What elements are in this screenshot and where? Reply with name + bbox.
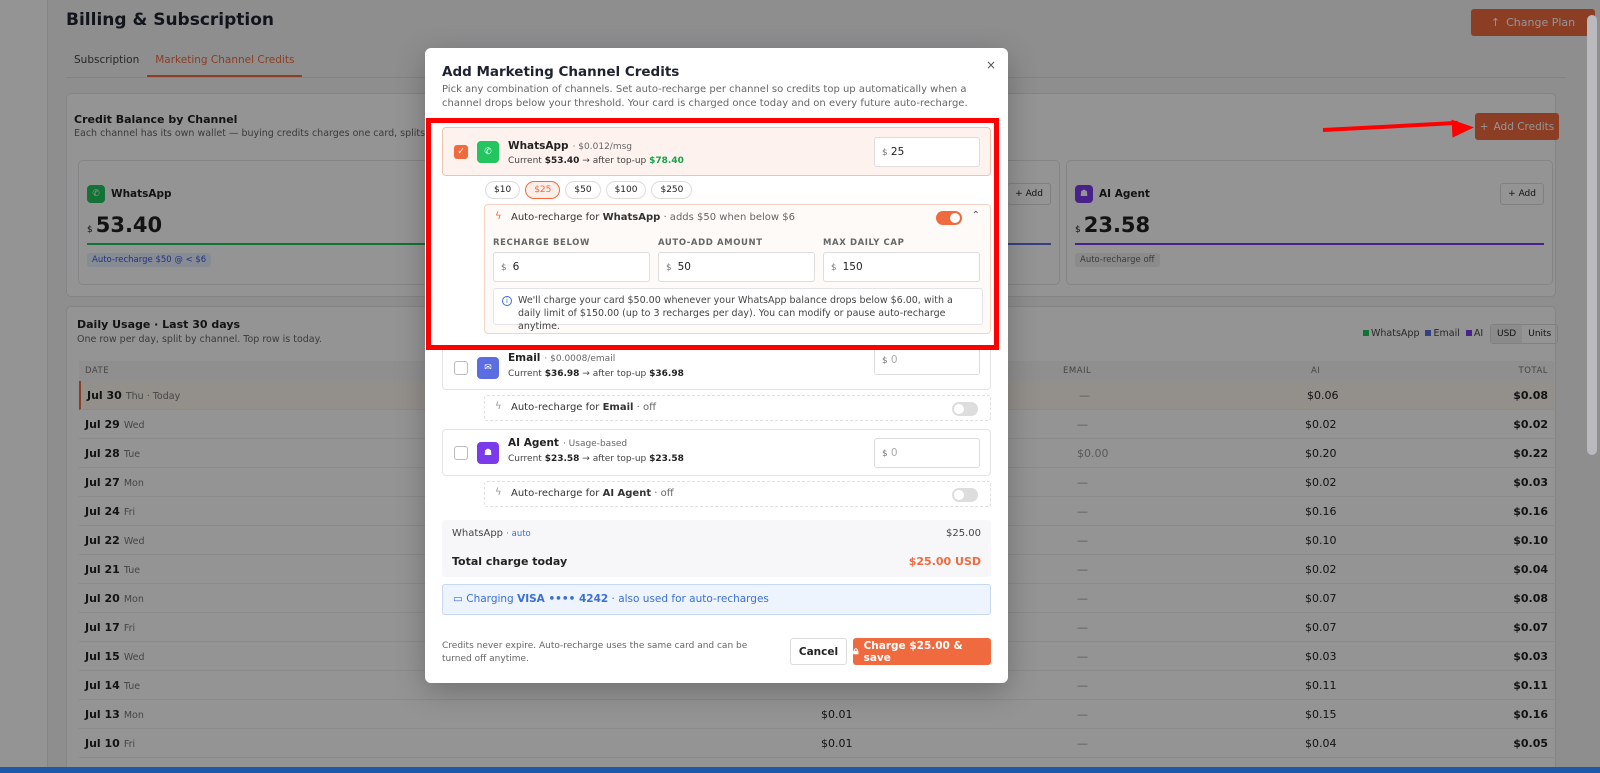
- amount-presets: $10 $25 $50 $100 $250: [485, 181, 693, 199]
- annotation-arrow-head: [1451, 118, 1475, 138]
- whatsapp-checkbox[interactable]: ✓: [454, 145, 468, 159]
- footer-note: Credits never expire. Auto-recharge uses…: [442, 641, 748, 664]
- taskbar: [0, 767, 1600, 773]
- preset-10[interactable]: $10: [485, 181, 521, 199]
- channel-row-email[interactable]: ✉ Email · $0.0008/email Current $36.98 → …: [442, 345, 991, 390]
- add-credits-modal: Add Marketing Channel Credits × Pick any…: [425, 48, 1008, 683]
- whatsapp-amount-input[interactable]: $ 25: [874, 137, 980, 167]
- modal-title: Add Marketing Channel Credits: [442, 64, 680, 80]
- email-auto-recharge-toggle[interactable]: [952, 402, 978, 416]
- max-daily-cap-input[interactable]: $150: [823, 252, 980, 282]
- ai-agent-amount-input[interactable]: $ 0: [874, 438, 980, 468]
- cancel-button[interactable]: Cancel: [790, 638, 847, 665]
- bolt-icon: ϟ: [495, 487, 502, 498]
- auto-recharge-info: i We'll charge your card $50.00 whenever …: [493, 288, 983, 332]
- lock-icon: 🔒︎: [853, 645, 859, 657]
- chevron-up-icon[interactable]: ⌃: [972, 210, 980, 221]
- ai-agent-auto-recharge-toggle[interactable]: [952, 488, 978, 502]
- channel-row-whatsapp[interactable]: ✓ ✆ WhatsApp · $0.012/msg Current $53.40 …: [442, 127, 991, 176]
- preset-25[interactable]: $25: [525, 181, 561, 199]
- bolt-icon: ϟ: [495, 211, 502, 222]
- channel-row-ai-agent[interactable]: ☗ AI Agent · Usage-based Current $23.58 →…: [442, 429, 991, 476]
- robot-icon: ☗: [477, 442, 499, 464]
- ai-agent-auto-recharge-row: ϟ Auto-recharge for AI Agent · off: [484, 481, 991, 507]
- email-checkbox[interactable]: [454, 361, 468, 375]
- email-auto-recharge-row: ϟ Auto-recharge for Email · off: [484, 395, 991, 421]
- ai-agent-checkbox[interactable]: [454, 446, 468, 460]
- whatsapp-auto-recharge-panel: ϟ Auto-recharge for WhatsApp · adds $50 …: [484, 204, 991, 334]
- scrollbar[interactable]: [1587, 15, 1597, 455]
- modal-description: Pick any combination of channels. Set au…: [442, 84, 968, 109]
- preset-50[interactable]: $50: [565, 181, 601, 199]
- bolt-icon: ϟ: [495, 401, 502, 412]
- preset-250[interactable]: $250: [651, 181, 693, 199]
- order-summary: WhatsApp · auto $25.00 Total charge toda…: [442, 520, 991, 577]
- auto-add-amount-input[interactable]: $50: [658, 252, 815, 282]
- payment-method-banner[interactable]: ▭ Charging VISA •••• 4242 · also used fo…: [442, 584, 991, 615]
- mail-icon: ✉: [477, 357, 499, 379]
- preset-100[interactable]: $100: [605, 181, 647, 199]
- info-icon: i: [502, 296, 512, 306]
- close-icon[interactable]: ×: [986, 58, 996, 72]
- email-amount-input[interactable]: $ 0: [874, 345, 980, 375]
- charge-button[interactable]: 🔒︎ Charge $25.00 & save: [853, 638, 991, 665]
- recharge-below-input[interactable]: $6: [493, 252, 650, 282]
- whatsapp-icon: ✆: [477, 141, 499, 163]
- credit-card-icon: ▭: [453, 593, 463, 605]
- whatsapp-auto-recharge-toggle[interactable]: [936, 211, 962, 225]
